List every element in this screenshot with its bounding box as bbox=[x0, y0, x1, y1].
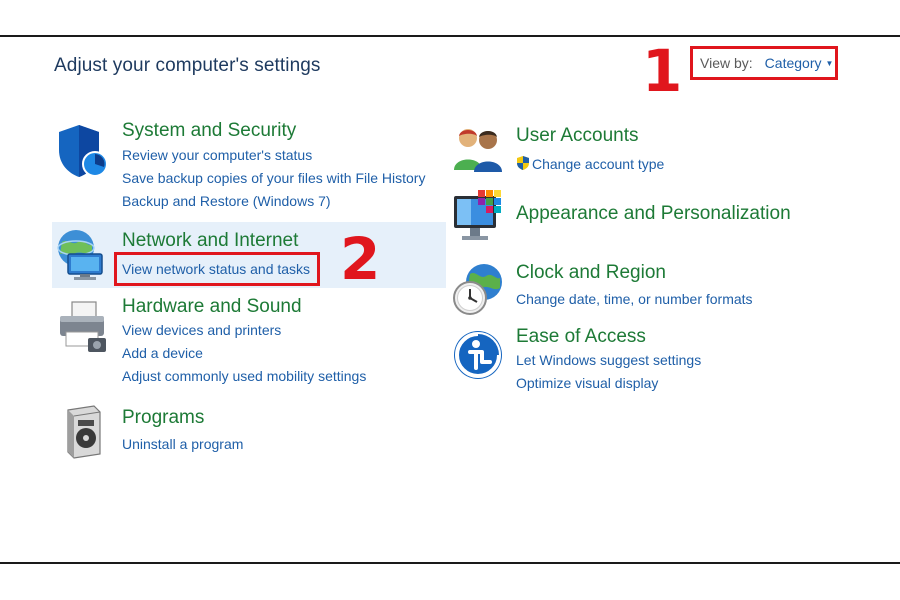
view-by-value: Category bbox=[764, 55, 822, 71]
link-mobility-settings[interactable]: Adjust commonly used mobility settings bbox=[122, 368, 366, 384]
link-file-history[interactable]: Save backup copies of your files with Fi… bbox=[122, 170, 425, 186]
clock-globe-icon bbox=[453, 264, 502, 315]
uac-shield-icon bbox=[517, 156, 529, 170]
chevron-down-icon: ▼ bbox=[825, 58, 834, 68]
category-title-appearance-and-personalization[interactable]: Appearance and Personalization bbox=[516, 203, 791, 225]
category-title-hardware-and-sound[interactable]: Hardware and Sound bbox=[122, 296, 302, 318]
monitor-palette-icon bbox=[454, 190, 501, 240]
category-title-system-and-security[interactable]: System and Security bbox=[122, 120, 296, 142]
bottom-border bbox=[0, 562, 900, 564]
view-by-label: View by: bbox=[700, 55, 753, 71]
link-optimize-visual-display[interactable]: Optimize visual display bbox=[516, 375, 658, 391]
link-devices-printers[interactable]: View devices and printers bbox=[122, 322, 281, 338]
category-title-programs[interactable]: Programs bbox=[122, 407, 204, 429]
link-change-account-type-label: Change account type bbox=[532, 156, 665, 172]
printer-icon bbox=[60, 301, 106, 352]
page-title: Adjust your computer's settings bbox=[54, 55, 321, 76]
link-change-account-type[interactable]: Change account type bbox=[516, 155, 664, 172]
top-border bbox=[0, 35, 900, 37]
step-marker-1: 1 bbox=[642, 37, 683, 105]
shield-icon bbox=[59, 125, 108, 177]
link-uninstall-program[interactable]: Uninstall a program bbox=[122, 436, 243, 452]
programs-box-icon bbox=[67, 405, 101, 459]
link-date-time-formats[interactable]: Change date, time, or number formats bbox=[516, 291, 753, 307]
ease-of-access-icon bbox=[454, 331, 502, 379]
link-backup-restore[interactable]: Backup and Restore (Windows 7) bbox=[122, 193, 331, 209]
network-globe-icon bbox=[57, 230, 103, 280]
view-by-dropdown[interactable]: Category ▼ bbox=[765, 55, 834, 71]
link-add-device[interactable]: Add a device bbox=[122, 345, 203, 361]
view-by-control: View by: Category ▼ bbox=[690, 46, 838, 80]
step-marker-2: 2 bbox=[340, 225, 381, 293]
link-review-status[interactable]: Review your computer's status bbox=[122, 147, 312, 163]
annotation-box-network-status bbox=[114, 252, 320, 286]
users-icon bbox=[454, 129, 502, 172]
category-title-user-accounts[interactable]: User Accounts bbox=[516, 125, 639, 147]
category-title-clock-and-region[interactable]: Clock and Region bbox=[516, 262, 666, 284]
link-windows-suggest-settings[interactable]: Let Windows suggest settings bbox=[516, 352, 701, 368]
category-title-network-and-internet[interactable]: Network and Internet bbox=[122, 230, 298, 252]
category-title-ease-of-access[interactable]: Ease of Access bbox=[516, 326, 646, 348]
